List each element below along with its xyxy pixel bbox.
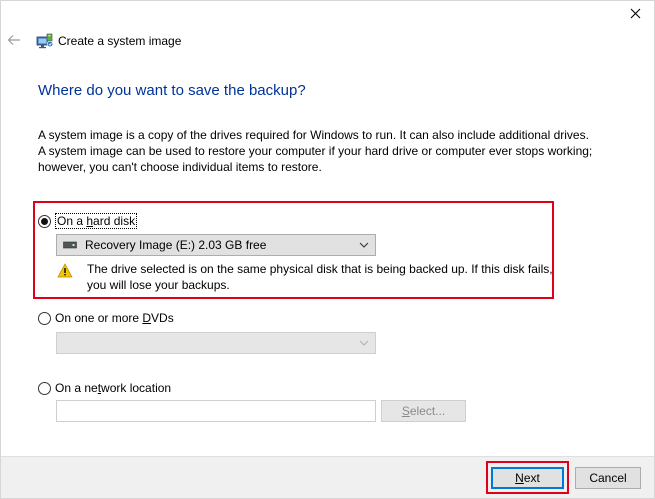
warning-icon <box>57 263 73 278</box>
back-button[interactable] <box>6 32 22 48</box>
select-location-button[interactable]: Select... <box>381 400 466 422</box>
dvd-label: On one or more DVDs <box>55 311 174 325</box>
hard-disk-radio[interactable] <box>38 214 51 228</box>
hard-disk-label: On a hard disk <box>55 213 138 229</box>
hard-disk-option[interactable]: On a hard disk <box>38 213 138 229</box>
chevron-down-icon <box>359 242 369 248</box>
close-button[interactable] <box>621 2 649 24</box>
dvd-dropdown[interactable] <box>56 332 376 354</box>
network-radio[interactable] <box>38 381 51 395</box>
radio-selected-dot <box>41 217 48 225</box>
dvd-option[interactable]: On one or more DVDs <box>38 311 174 325</box>
next-button[interactable]: Next <box>491 467 564 489</box>
back-arrow-icon <box>7 35 20 45</box>
close-icon <box>630 8 640 18</box>
hard-disk-dropdown[interactable]: Recovery Image (E:) 2.03 GB free <box>56 234 376 256</box>
description-text: A system image is a copy of the drives r… <box>38 128 593 174</box>
network-location-input[interactable] <box>56 400 376 422</box>
network-label: On a network location <box>55 381 172 395</box>
drive-icon <box>63 241 77 249</box>
chevron-down-icon <box>359 340 369 346</box>
selected-drive-value: Recovery Image (E:) 2.03 GB free <box>85 238 267 252</box>
system-image-icon <box>36 33 54 49</box>
page-heading: Where do you want to save the backup? <box>38 82 306 99</box>
network-option[interactable]: On a network location <box>38 381 171 395</box>
cancel-button[interactable]: Cancel <box>575 467 641 489</box>
dvd-radio[interactable] <box>38 311 51 325</box>
window-title: Create a system image <box>58 34 182 48</box>
warning-text: The drive selected is on the same physic… <box>87 262 553 292</box>
